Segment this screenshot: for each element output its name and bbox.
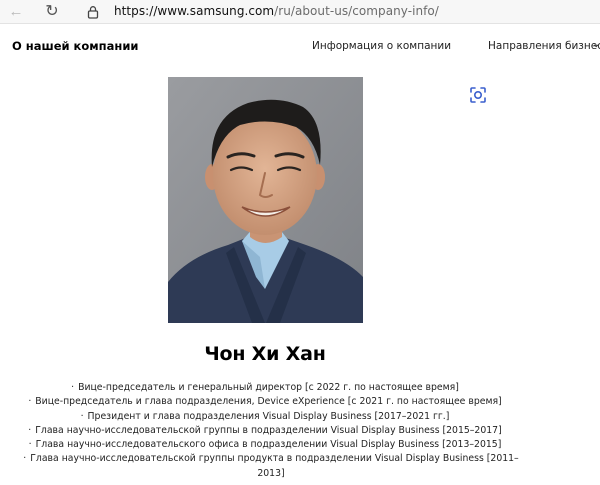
career-item-text: Президент и глава подразделения Visual D… <box>87 410 450 422</box>
back-button[interactable]: ← <box>6 2 26 22</box>
executive-portrait <box>168 77 363 323</box>
career-item: · Президент и глава подразделения Visual … <box>0 410 530 424</box>
portrait-illustration <box>168 77 363 323</box>
lock-icon <box>87 6 99 19</box>
bullet: · <box>23 453 27 465</box>
arrow-left-icon: ← <box>8 3 24 20</box>
bullet: · <box>28 396 32 408</box>
section-title[interactable]: О нашей компании <box>12 39 138 53</box>
career-item: · Вице-председатель и генеральный директо… <box>0 381 530 395</box>
career-item: · Глава научно-исследовательской группы в… <box>0 424 530 438</box>
career-list: · Вице-председатель и генеральный директо… <box>0 381 530 481</box>
career-item: · Глава научно-исследовательского офиса в… <box>0 438 530 452</box>
career-item-text: Глава научно-исследовательского офиса в … <box>35 439 502 451</box>
career-item-text: Вице-председатель и генеральный директор… <box>78 382 459 393</box>
image-search-icon[interactable] <box>468 85 488 105</box>
site-navigation: О нашей компании Информация о компании Н… <box>0 24 600 68</box>
bullet: · <box>80 410 84 422</box>
nav-link-company-info[interactable]: Информация о компании <box>312 40 451 52</box>
bullet: · <box>28 439 32 451</box>
reload-button[interactable]: ↻ <box>42 2 62 22</box>
reload-icon: ↻ <box>45 3 59 20</box>
nav-link-business-areas[interactable]: Направления бизнеса <box>488 40 600 52</box>
url-path: /ru/about-us/company-info/ <box>274 4 439 18</box>
executive-name: Чон Хи Хан <box>204 343 326 365</box>
career-item: · Вице-председатель и глава подразделения… <box>0 395 530 409</box>
chevron-down-icon[interactable]: ⌄ <box>592 39 600 50</box>
bullet: · <box>71 382 75 393</box>
browser-address-bar: ← ↻ https://www.samsung.com/ru/about-us/… <box>0 0 600 24</box>
career-item-text: Вице-председатель и глава подразделения,… <box>35 396 502 408</box>
bullet: · <box>28 424 32 436</box>
url-field[interactable]: https://www.samsung.com/ru/about-us/comp… <box>114 4 439 18</box>
career-item-text: Глава научно-исследовательской группы пр… <box>30 453 519 479</box>
url-host: https://www.samsung.com <box>114 4 275 18</box>
career-item-text: Глава научно-исследовательской группы в … <box>35 424 502 436</box>
career-item: · Глава научно-исследовательской группы п… <box>0 452 530 481</box>
